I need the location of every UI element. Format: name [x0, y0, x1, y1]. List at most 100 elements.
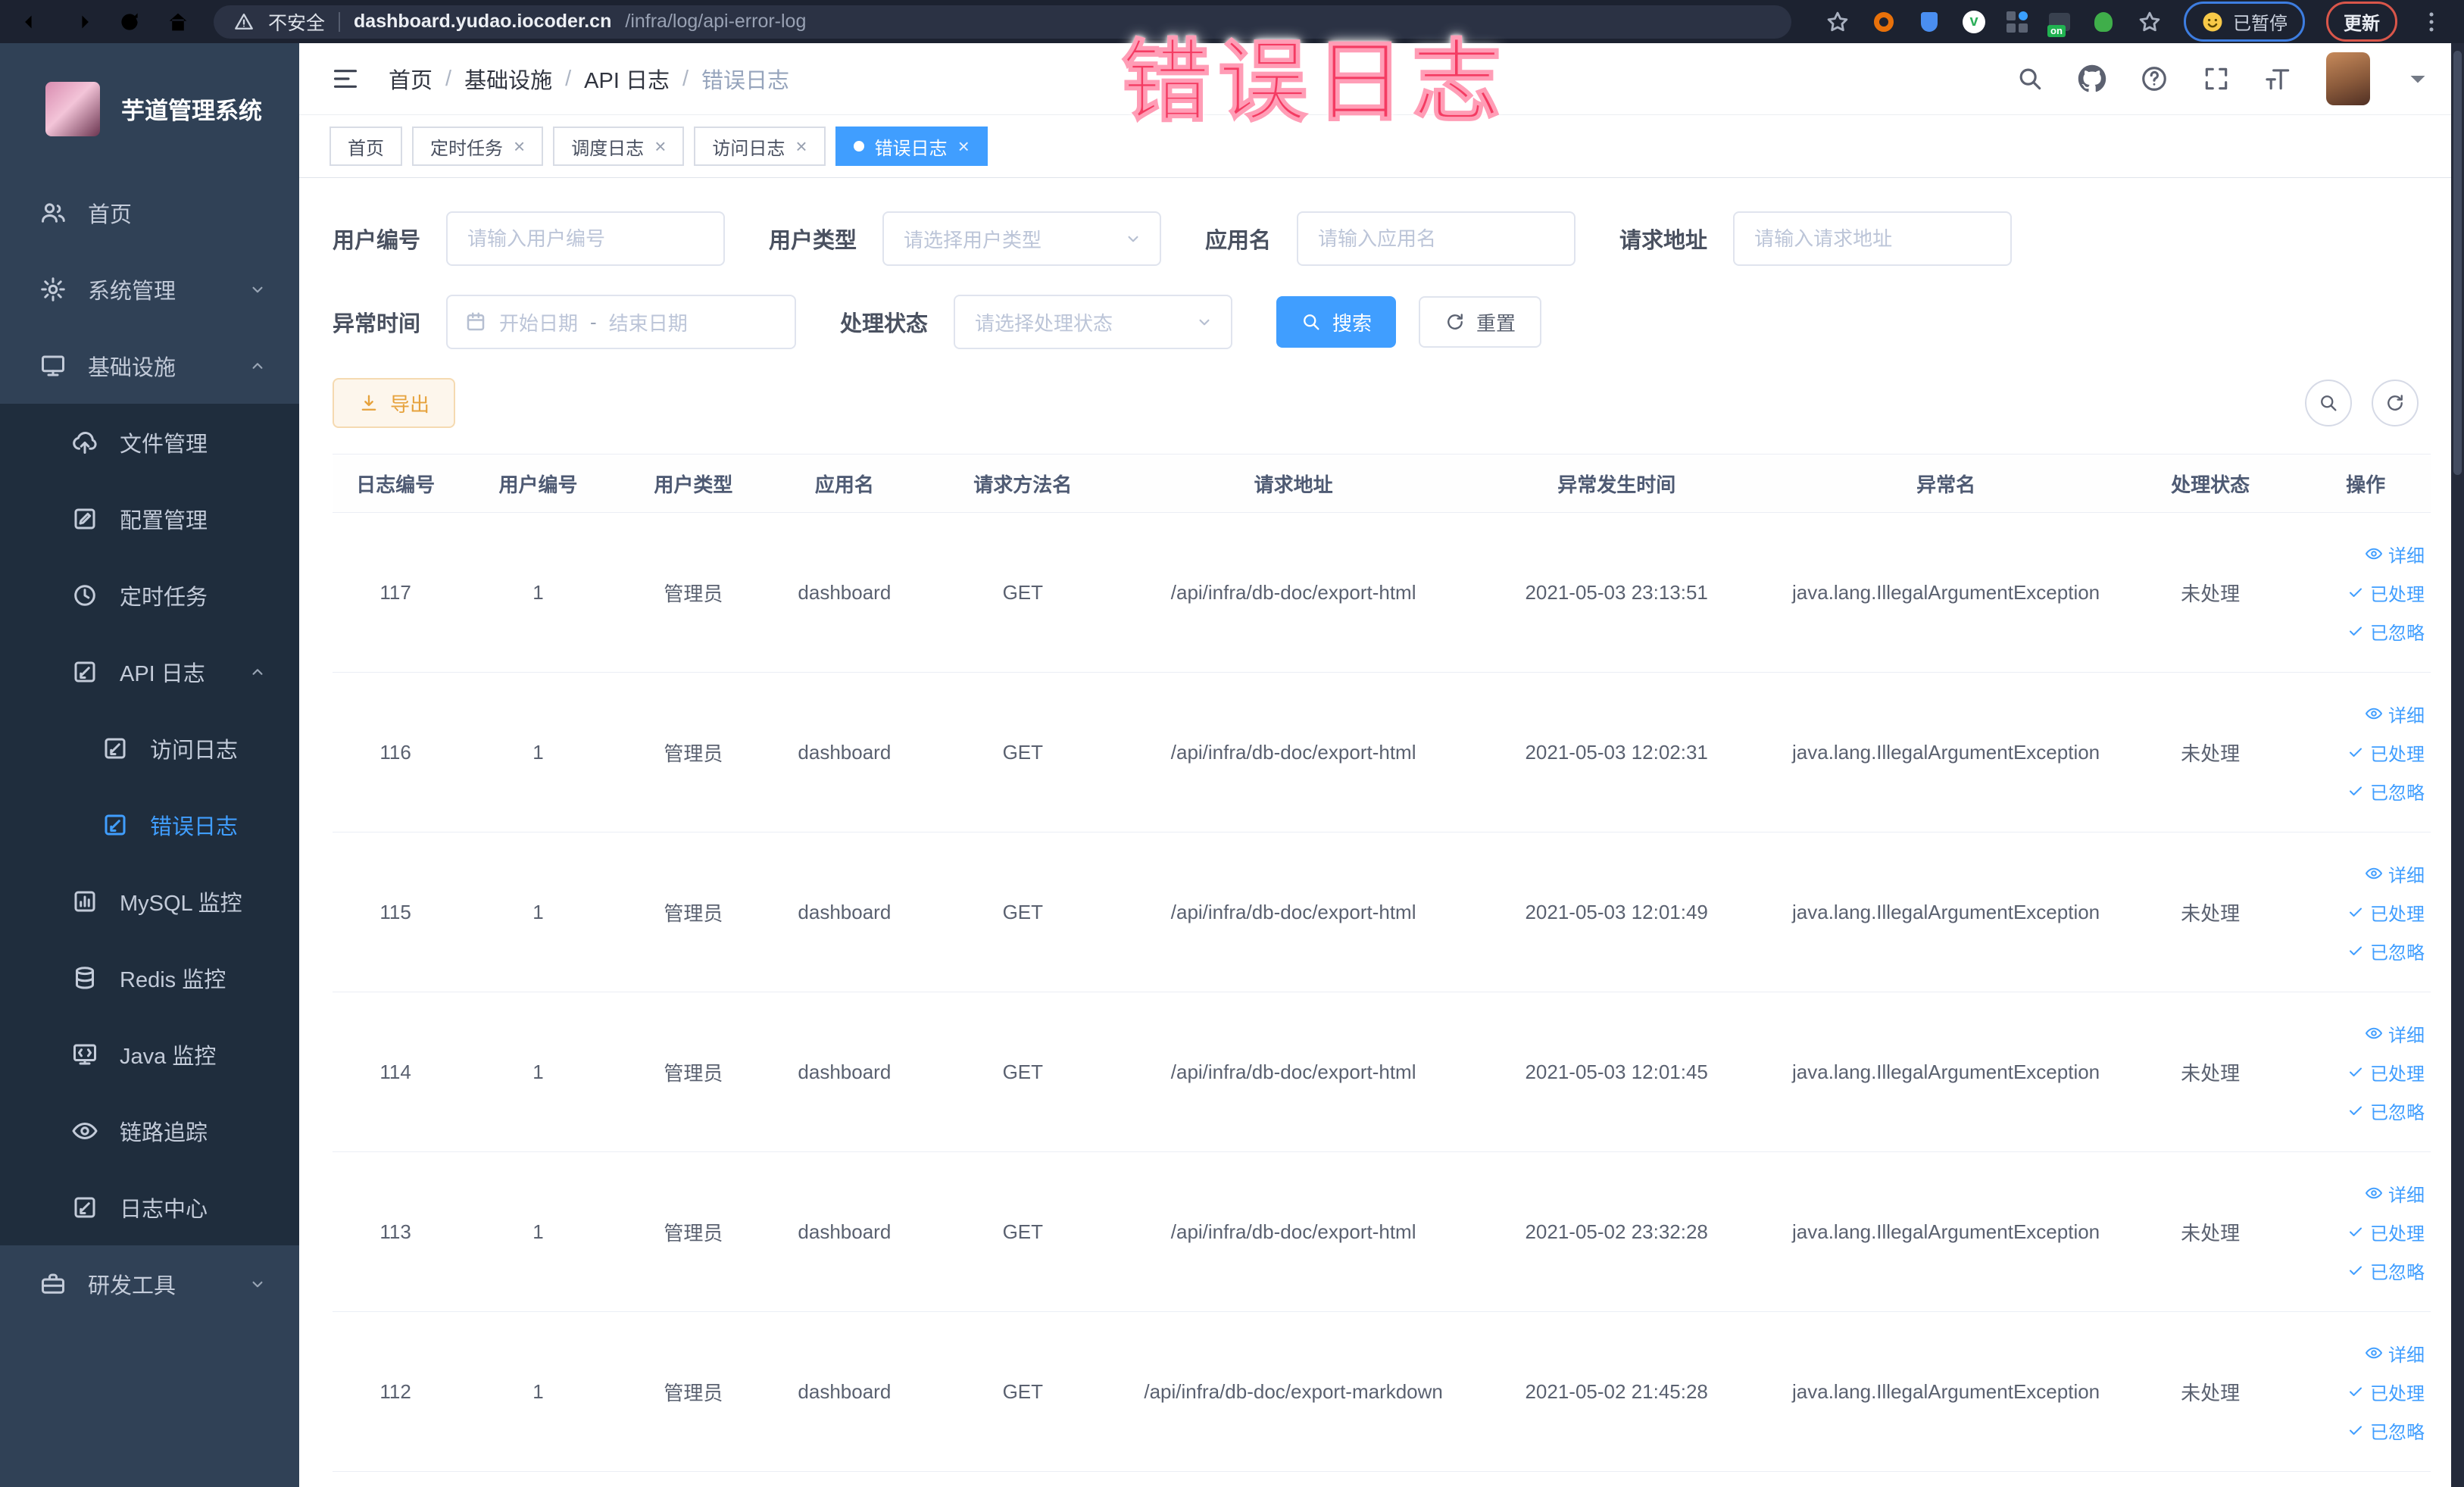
browser-update-button[interactable]: 更新	[2326, 2, 2397, 42]
scrollbar-thumb[interactable]	[2453, 51, 2462, 475]
sidebar-item-label: 系统管理	[88, 279, 176, 304]
action-已忽略[interactable]: 已忽略	[2347, 778, 2425, 804]
table-cell: 112	[333, 1311, 459, 1472]
action-已处理[interactable]: 已处理	[2347, 739, 2425, 766]
export-button[interactable]: 导出	[333, 378, 456, 428]
user-id-input[interactable]	[446, 211, 726, 266]
sidebar-item[interactable]: 系统管理	[0, 251, 299, 327]
check-icon	[2347, 1382, 2365, 1401]
process-status-select[interactable]: 请选择处理状态	[954, 295, 1233, 349]
sidebar-item[interactable]: 文件管理	[0, 404, 299, 480]
action-已处理[interactable]: 已处理	[2347, 899, 2425, 926]
insecure-warning-icon[interactable]	[233, 11, 255, 33]
sidebar-item[interactable]: 研发工具	[0, 1245, 299, 1322]
paused-extension-pill[interactable]: 已暂停	[2184, 2, 2305, 42]
search-icon	[2318, 392, 2339, 414]
extension-icon-7[interactable]	[2137, 9, 2163, 35]
browser-reload-icon[interactable]	[117, 9, 142, 35]
sidebar-item[interactable]: 首页	[0, 174, 299, 251]
extension-icon-6[interactable]	[2091, 10, 2116, 34]
action-详细[interactable]: 详细	[2365, 1340, 2425, 1367]
help-icon[interactable]	[2140, 64, 2169, 93]
user-type-select[interactable]: 请选择用户类型	[882, 211, 1162, 266]
extension-icon-2[interactable]	[1917, 10, 1941, 34]
app-name-input[interactable]	[1297, 211, 1576, 266]
extension-icon-5[interactable]: on	[2047, 12, 2070, 37]
github-icon[interactable]	[2078, 64, 2106, 93]
refresh-table-button[interactable]	[2372, 380, 2419, 426]
close-tab-icon[interactable]: ×	[795, 136, 807, 156]
tab-错误日志[interactable]: 错误日志 ×	[835, 127, 988, 166]
sidebar-item[interactable]: 配置管理	[0, 480, 299, 557]
table-cell: java.lang.IllegalArgumentException	[1772, 1311, 2120, 1472]
action-详细[interactable]: 详细	[2365, 1180, 2425, 1207]
bookmark-star-icon[interactable]	[1825, 9, 1850, 35]
table-cell: 未处理	[2119, 992, 2301, 1152]
header-search-icon[interactable]	[2016, 64, 2044, 93]
tab-首页[interactable]: 首页	[329, 127, 402, 166]
filter-row-1: 用户编号 用户类型 请选择用户类型 应用名 请求地址	[333, 211, 2431, 266]
action-详细[interactable]: 详细	[2365, 541, 2425, 567]
tab-访问日志[interactable]: 访问日志 ×	[694, 127, 826, 166]
browser-forward-icon[interactable]	[68, 9, 94, 35]
action-已忽略[interactable]: 已忽略	[2347, 1098, 2425, 1124]
extension-icon-3[interactable]: v	[1963, 10, 1985, 33]
sidebar-item[interactable]: Java 监控	[0, 1016, 299, 1092]
sidebar-item[interactable]: API 日志	[0, 633, 299, 710]
exception-time-range-picker[interactable]: 开始日期 - 结束日期	[446, 295, 797, 349]
layers-icon	[71, 964, 98, 992]
action-详细[interactable]: 详细	[2365, 701, 2425, 727]
toggle-search-button[interactable]	[2305, 380, 2352, 426]
sidebar-item[interactable]: 链路追踪	[0, 1092, 299, 1169]
breadcrumb-item[interactable]: API 日志	[584, 63, 670, 95]
address-bar[interactable]: 不安全 dashboard.yudao.iocoder.cn/infra/log…	[214, 5, 1791, 39]
browser-home-icon[interactable]	[165, 9, 191, 35]
request-url-input[interactable]	[1733, 211, 2013, 266]
close-tab-icon[interactable]: ×	[654, 136, 666, 156]
sidebar-item[interactable]: 日志中心	[0, 1169, 299, 1245]
action-已忽略[interactable]: 已忽略	[2347, 1257, 2425, 1284]
font-size-icon[interactable]	[2264, 64, 2293, 93]
search-button[interactable]: 搜索	[1276, 296, 1397, 348]
action-已处理[interactable]: 已处理	[2347, 1379, 2425, 1405]
sidebar-item[interactable]: MySQL 监控	[0, 863, 299, 939]
sidebar-collapse-icon[interactable]	[331, 64, 360, 93]
sidebar-item[interactable]: Redis 监控	[0, 939, 299, 1016]
page-scrollbar[interactable]	[2451, 43, 2464, 1487]
chevron-down-icon	[1123, 229, 1143, 248]
close-tab-icon[interactable]: ×	[514, 136, 525, 156]
action-已忽略[interactable]: 已忽略	[2347, 938, 2425, 964]
action-已处理[interactable]: 已处理	[2347, 579, 2425, 606]
peoples-icon	[39, 199, 67, 226]
user-id-label: 用户编号	[333, 229, 421, 253]
sidebar-item[interactable]: 定时任务	[0, 557, 299, 633]
breadcrumb-item[interactable]: 基础设施	[464, 63, 552, 95]
user-menu-caret-icon[interactable]	[2403, 64, 2432, 93]
action-已忽略[interactable]: 已忽略	[2347, 618, 2425, 645]
extension-icon-4[interactable]	[2006, 11, 2028, 33]
tab-调度日志[interactable]: 调度日志 ×	[553, 127, 685, 166]
breadcrumb-item[interactable]: 首页	[389, 63, 433, 95]
sidebar-item[interactable]: 基础设施	[0, 327, 299, 404]
action-详细[interactable]: 详细	[2365, 1020, 2425, 1047]
user-avatar[interactable]	[2326, 52, 2370, 105]
browser-back-icon[interactable]	[20, 9, 45, 35]
browser-menu-icon[interactable]	[2419, 9, 2444, 35]
reset-button[interactable]: 重置	[1419, 296, 1542, 348]
action-详细[interactable]: 详细	[2365, 861, 2425, 887]
check-icon	[2347, 583, 2365, 601]
app-logo[interactable]: 芋道管理系统	[0, 43, 299, 174]
action-已处理[interactable]: 已处理	[2347, 1219, 2425, 1245]
extension-icon-1[interactable]	[1872, 10, 1896, 34]
close-tab-icon[interactable]: ×	[958, 136, 970, 156]
sidebar-item[interactable]: 访问日志	[0, 710, 299, 786]
main-panel: 首页 / 基础设施 / API 日志 / 错误日志 首页 定时任务 × 调度日志 × 访问日志 × 错误日…	[299, 43, 2464, 1487]
table-cell: java.lang.IllegalArgumentException	[1772, 672, 2120, 833]
request-url-label: 请求地址	[1619, 229, 1708, 253]
tab-定时任务[interactable]: 定时任务 ×	[412, 127, 544, 166]
action-label: 已忽略	[2370, 1262, 2425, 1283]
sidebar-item[interactable]: 错误日志	[0, 786, 299, 863]
fullscreen-icon[interactable]	[2202, 64, 2231, 93]
action-已处理[interactable]: 已处理	[2347, 1059, 2425, 1086]
action-已忽略[interactable]: 已忽略	[2347, 1417, 2425, 1444]
